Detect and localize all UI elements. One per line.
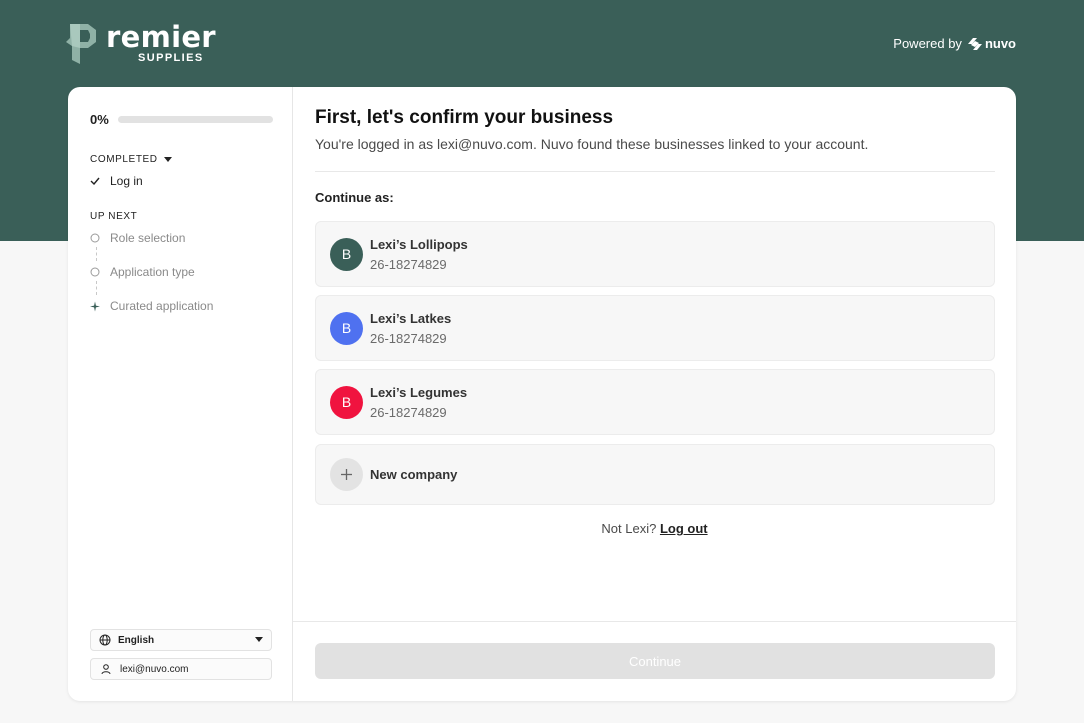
logout-link[interactable]: Log out [660, 521, 708, 536]
business-avatar: B [330, 237, 363, 271]
step-label: Curated application [110, 299, 214, 313]
upnext-label: UP NEXT [90, 211, 138, 222]
nuvo-logo: nuvo [967, 36, 1016, 51]
business-name: Lexi’s Lollipops [370, 236, 468, 252]
not-user-row: Not Lexi? Log out [293, 521, 1016, 536]
upnext-section: UP NEXT [90, 211, 137, 222]
user-email: lexi@nuvo.com [120, 663, 189, 675]
globe-icon [99, 634, 111, 646]
language-select[interactable]: English [90, 629, 272, 651]
not-user-text: Not Lexi? [601, 521, 657, 536]
sidebar: 0% COMPLETED Log in UP NEXT Role selecti… [68, 87, 293, 701]
business-option-lollipops[interactable]: B Lexi’s Lollipops 26-18274829 [315, 221, 995, 287]
new-company-button[interactable]: New company [315, 444, 995, 505]
business-info: Lexi’s Lollipops 26-18274829 [370, 237, 468, 272]
caret-down-icon [163, 156, 172, 162]
step-label: Role selection [110, 231, 186, 245]
divider [315, 171, 995, 172]
plus-icon [330, 458, 363, 491]
premier-logo: remier SUPPLIES [66, 20, 226, 68]
continue-button[interactable]: Continue [315, 643, 995, 679]
logo-subtitle: SUPPLIES [138, 52, 204, 64]
business-name: Lexi’s Latkes [370, 310, 452, 326]
business-id: 26-18274829 [370, 256, 447, 272]
completed-section-toggle[interactable]: COMPLETED [90, 154, 172, 165]
circle-icon [90, 233, 100, 243]
powered-by-label: Powered by [893, 36, 962, 51]
continue-as-label: Continue as: [315, 190, 394, 205]
check-icon [90, 176, 100, 186]
business-avatar: B [330, 385, 363, 419]
new-company-label: New company [370, 467, 458, 482]
logo-wordmark: remier [106, 20, 216, 54]
step-connector [96, 247, 97, 261]
business-option-latkes[interactable]: B Lexi’s Latkes 26-18274829 [315, 295, 995, 361]
premier-logo-mark-icon [66, 24, 96, 64]
nuvo-wordmark: nuvo [984, 36, 1016, 51]
step-log-in: Log in [90, 174, 143, 188]
sparkle-icon [90, 301, 100, 311]
language-value: English [118, 634, 155, 646]
main-panel: First, let's confirm your business You'r… [293, 87, 1016, 701]
step-curated-application: Curated application [90, 299, 213, 313]
business-option-legumes[interactable]: B Lexi’s Legumes 26-18274829 [315, 369, 995, 435]
progress-row: 0% [90, 112, 273, 127]
powered-by: Powered by nuvo [893, 36, 1016, 51]
business-id: 26-18274829 [370, 404, 447, 420]
completed-label: COMPLETED [90, 154, 158, 165]
business-id: 26-18274829 [370, 330, 447, 346]
page-subtitle: You're logged in as lexi@nuvo.com. Nuvo … [315, 136, 869, 152]
caret-down-icon [255, 637, 263, 642]
business-info: Lexi’s Latkes 26-18274829 [370, 311, 451, 346]
onboarding-card: 0% COMPLETED Log in UP NEXT Role selecti… [68, 87, 1016, 701]
business-info: Lexi’s Legumes 26-18274829 [370, 385, 467, 420]
business-avatar: B [330, 311, 363, 345]
user-icon [101, 663, 111, 674]
step-label: Application type [110, 265, 195, 279]
business-name: Lexi’s Legumes [370, 384, 468, 400]
user-account[interactable]: lexi@nuvo.com [90, 658, 272, 680]
step-connector [96, 281, 97, 295]
progress-bar [118, 116, 273, 123]
step-label: Log in [110, 174, 143, 188]
nuvo-logo-icon [967, 37, 982, 50]
page-title: First, let's confirm your business [315, 107, 614, 128]
footer-divider [293, 621, 1016, 622]
circle-icon [90, 267, 100, 277]
step-role-selection: Role selection [90, 231, 185, 245]
progress-percent: 0% [90, 112, 109, 127]
step-application-type: Application type [90, 265, 195, 279]
